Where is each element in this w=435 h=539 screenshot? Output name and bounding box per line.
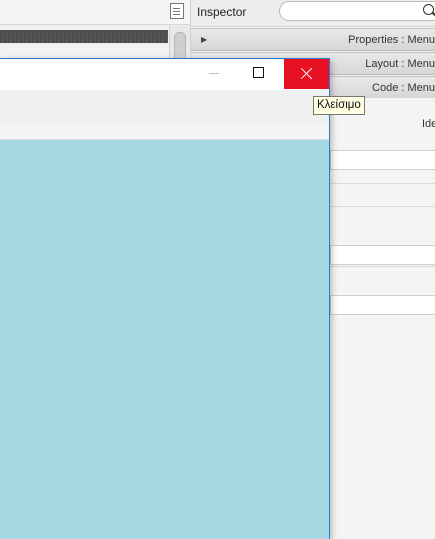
property-label: Ide xyxy=(422,118,435,130)
property-field[interactable] xyxy=(330,295,435,315)
expand-arrow-icon: ▶ xyxy=(201,35,208,44)
close-button[interactable] xyxy=(284,59,329,89)
close-tooltip: Κλείσιμο xyxy=(313,96,365,115)
section-properties-label: Properties : Menu xyxy=(348,34,435,46)
property-field[interactable] xyxy=(330,245,435,265)
divider xyxy=(330,266,435,267)
inspector-search-input[interactable] xyxy=(279,1,435,21)
left-panel-header xyxy=(0,0,190,25)
close-icon xyxy=(300,67,313,80)
divider xyxy=(330,183,435,184)
toolbar xyxy=(0,126,329,140)
inspector-title: Inspector xyxy=(197,5,247,19)
preview-window xyxy=(0,58,330,539)
window-titlebar[interactable] xyxy=(0,59,329,90)
content-area[interactable] xyxy=(0,140,329,539)
section-code-label: Code : Menu xyxy=(372,82,435,94)
search-icon xyxy=(423,4,434,15)
menu-bar[interactable] xyxy=(0,90,329,127)
property-field[interactable] xyxy=(330,150,435,170)
section-layout-label: Layout : Menu xyxy=(365,58,435,70)
maximize-icon[interactable] xyxy=(253,67,264,78)
hierarchy-strip xyxy=(0,30,168,43)
divider xyxy=(330,206,435,207)
minimize-icon[interactable] xyxy=(207,60,223,88)
document-icon[interactable] xyxy=(170,3,184,19)
section-properties[interactable]: ▶ Properties : Menu xyxy=(190,28,435,51)
